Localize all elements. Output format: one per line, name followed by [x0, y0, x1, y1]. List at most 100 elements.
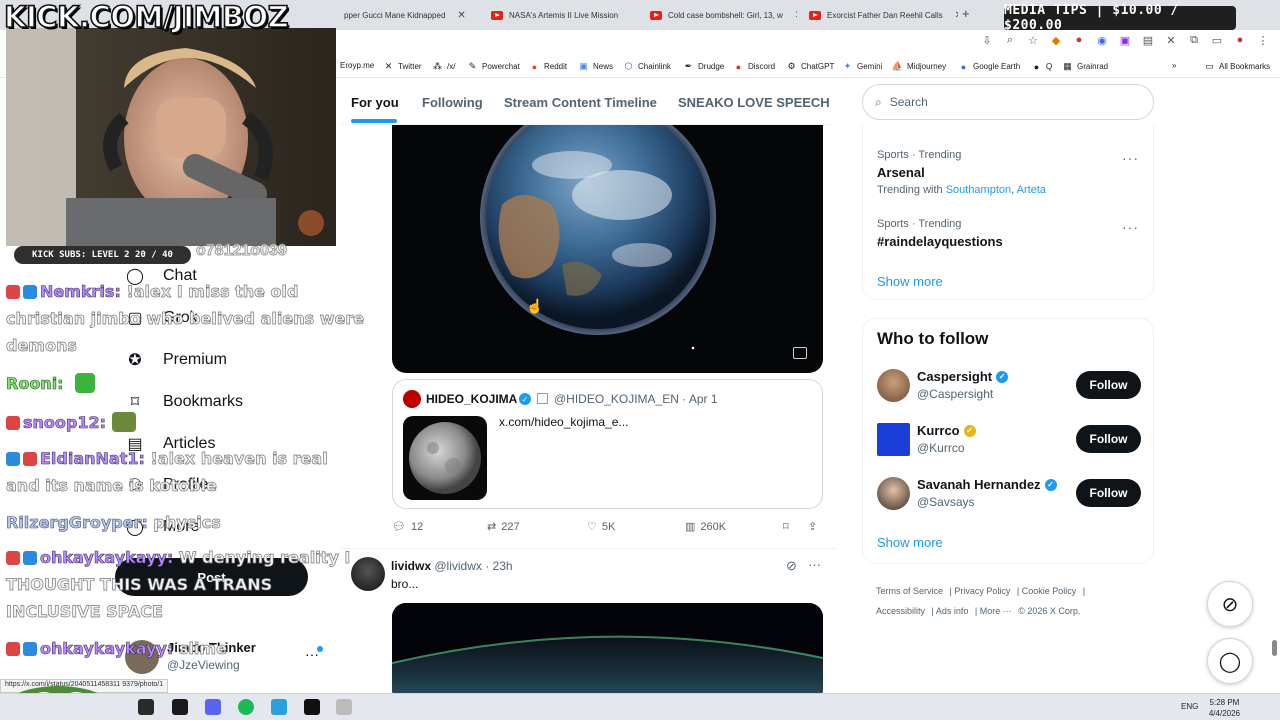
- quoted-post[interactable]: HIDEO_KOJIMA ✓ @HIDEO_KOJIMA_EN · Apr 1 …: [392, 379, 823, 509]
- browser-tab[interactable]: pper Gucci Mane Kidnapped ✕: [336, 4, 481, 26]
- bookmark[interactable]: ⚙ ChatGPT: [786, 61, 834, 72]
- bookmark[interactable]: ● Google Earth: [958, 61, 1020, 72]
- follow-button[interactable]: Follow: [1076, 479, 1141, 507]
- share-icon[interactable]: ⇪: [808, 520, 817, 533]
- profile-icon[interactable]: ●: [1233, 34, 1247, 47]
- trend-link[interactable]: Arteta: [1017, 184, 1046, 196]
- footer-links: Terms of Service | Privacy Policy | Cook…: [876, 586, 1086, 616]
- trend-item[interactable]: Sports · Trending #raindelayquestions: [877, 218, 1003, 249]
- bookmark[interactable]: ▦ Grainrad: [1062, 61, 1108, 72]
- zoom-icon[interactable]: ⌕: [1003, 34, 1017, 47]
- views-button[interactable]: ▥ 260K: [685, 520, 726, 534]
- extension-icon[interactable]: ◉: [1095, 34, 1109, 47]
- discord-icon[interactable]: [205, 699, 221, 715]
- close-icon[interactable]: ✕: [795, 10, 797, 21]
- close-icon[interactable]: ✕: [457, 10, 465, 21]
- extension-icon[interactable]: ▣: [1118, 34, 1132, 47]
- post-image-earth[interactable]: [392, 125, 823, 373]
- bookmark[interactable]: ✕ Twitter: [383, 61, 422, 72]
- follow-suggestion[interactable]: Caspersight ✓ @Caspersight Follow: [877, 367, 1141, 407]
- post-text: bro...: [391, 577, 419, 591]
- close-icon[interactable]: ✕: [955, 10, 958, 21]
- bookmark[interactable]: ● Reddit: [529, 61, 567, 72]
- quote-link[interactable]: x.com/hideo_kojima_e...: [499, 415, 628, 429]
- star-icon[interactable]: ☆: [1026, 34, 1040, 47]
- tab-following[interactable]: Following: [422, 95, 483, 110]
- verified-icon: ✓: [1044, 478, 1057, 491]
- new-tab-button[interactable]: +: [962, 6, 970, 21]
- more-icon[interactable]: ···: [808, 557, 821, 572]
- steam-icon[interactable]: [138, 699, 154, 715]
- grok-icon[interactable]: ⊘: [786, 558, 797, 574]
- youtube-icon: [809, 10, 821, 20]
- extension-icon[interactable]: ●: [1072, 34, 1086, 47]
- scrollbar[interactable]: [1272, 640, 1277, 656]
- all-bookmarks[interactable]: ▭ All Bookmarks: [1204, 61, 1270, 72]
- chevron-right-icon[interactable]: »: [1172, 61, 1176, 70]
- footer-link[interactable]: Privacy Policy: [954, 586, 1010, 596]
- language-indicator[interactable]: ENG: [1181, 702, 1198, 711]
- bookmark[interactable]: ⬡ Chainlink: [623, 61, 671, 72]
- bookmark[interactable]: ✦ Gemini: [842, 61, 883, 72]
- browser-tab[interactable]: Cold case bombshell: Girl, 13, w ✕: [642, 4, 797, 26]
- spotify-icon[interactable]: [238, 699, 254, 715]
- post-image-earth-horizon[interactable]: [392, 603, 823, 695]
- chat-username: EldianNat1:: [40, 449, 146, 469]
- app-icon[interactable]: [336, 699, 352, 715]
- bookmark[interactable]: ⁂ /x/: [432, 61, 455, 72]
- footer-link[interactable]: Ads info: [936, 606, 969, 616]
- trend-link[interactable]: Southampton: [946, 184, 1011, 196]
- alt-text-icon[interactable]: [793, 347, 807, 359]
- tab-for-you[interactable]: For you: [351, 95, 399, 110]
- bookmark[interactable]: ● Q: [1031, 61, 1052, 72]
- menu-icon[interactable]: ⋮: [1256, 34, 1270, 47]
- footer-link[interactable]: Terms of Service: [876, 586, 943, 596]
- bookmark[interactable]: ▣ News: [578, 61, 613, 72]
- search-input[interactable]: ⌕ Search: [862, 84, 1154, 120]
- terminal-icon[interactable]: [172, 699, 188, 715]
- bookmark[interactable]: ✒ Drudge: [683, 61, 725, 72]
- reply-button[interactable]: 💬︎ 12: [392, 520, 423, 534]
- bookmark[interactable]: ● Discord: [733, 61, 775, 72]
- extension-icon[interactable]: ◆: [1049, 34, 1063, 47]
- clock[interactable]: 5:28 PM 4/4/2026: [1209, 697, 1240, 719]
- post-header: lividwx @lividwx · 23h: [391, 559, 513, 573]
- moon-thumbnail[interactable]: [403, 416, 487, 500]
- chat-message: RilzergGroyper: physics: [6, 509, 366, 536]
- tab-stream-content-timeline[interactable]: Stream Content Timeline: [504, 95, 657, 110]
- follow-button[interactable]: Follow: [1076, 371, 1141, 399]
- extension-icon[interactable]: ▤: [1141, 34, 1155, 47]
- sidebar-icon[interactable]: ▭: [1210, 34, 1224, 47]
- show-more-link[interactable]: Show more: [877, 535, 943, 550]
- bookmark[interactable]: ⛵ Midjourney: [892, 61, 946, 72]
- bookmark[interactable]: Eroyp.me: [340, 61, 374, 70]
- puzzle-icon[interactable]: ⧉: [1187, 34, 1201, 47]
- x-icon[interactable]: ✕: [1164, 34, 1178, 47]
- midjourney-icon: ⛵: [891, 61, 904, 71]
- follow-suggestion[interactable]: Savanah Hernandez ✓ @Savsays Follow: [877, 475, 1141, 515]
- install-icon[interactable]: ⇩: [980, 34, 994, 47]
- browser-tab[interactable]: NASA's Artemis II Live Mission: [483, 4, 638, 26]
- show-more-link[interactable]: Show more: [877, 274, 943, 289]
- like-button[interactable]: ♡ 5K: [587, 520, 616, 534]
- author-name[interactable]: lividwx: [391, 559, 431, 573]
- follow-suggestion[interactable]: Kurrco ✓ @Kurrco Follow: [877, 421, 1141, 461]
- bookmark-icon[interactable]: ⌑: [783, 520, 789, 533]
- grok-button[interactable]: ⊘: [1207, 581, 1253, 627]
- more-icon[interactable]: ···: [1122, 150, 1139, 166]
- footer-link[interactable]: More ···: [980, 606, 1012, 616]
- trend-item[interactable]: Sports · Trending Arsenal Trending with …: [877, 149, 1046, 196]
- bookmark[interactable]: ✎ Powerchat: [467, 61, 520, 72]
- like-count: 5K: [601, 520, 616, 533]
- tab-sneako-love-speech[interactable]: SNEAKO LOVE SPEECH: [678, 95, 830, 110]
- browser-tab[interactable]: Exorcist Father Dan Reehil Calls ✕: [801, 4, 958, 26]
- telegram-icon[interactable]: [271, 699, 287, 715]
- capcut-icon[interactable]: [304, 699, 320, 715]
- messages-button[interactable]: ◯: [1207, 638, 1253, 684]
- repost-button[interactable]: ⇄ 227: [487, 520, 520, 534]
- follow-button[interactable]: Follow: [1076, 425, 1141, 453]
- footer-link[interactable]: Accessibility: [876, 606, 925, 616]
- more-icon[interactable]: ···: [1122, 219, 1139, 235]
- bookmark-label: Reddit: [544, 62, 568, 71]
- footer-link[interactable]: Cookie Policy: [1022, 586, 1077, 596]
